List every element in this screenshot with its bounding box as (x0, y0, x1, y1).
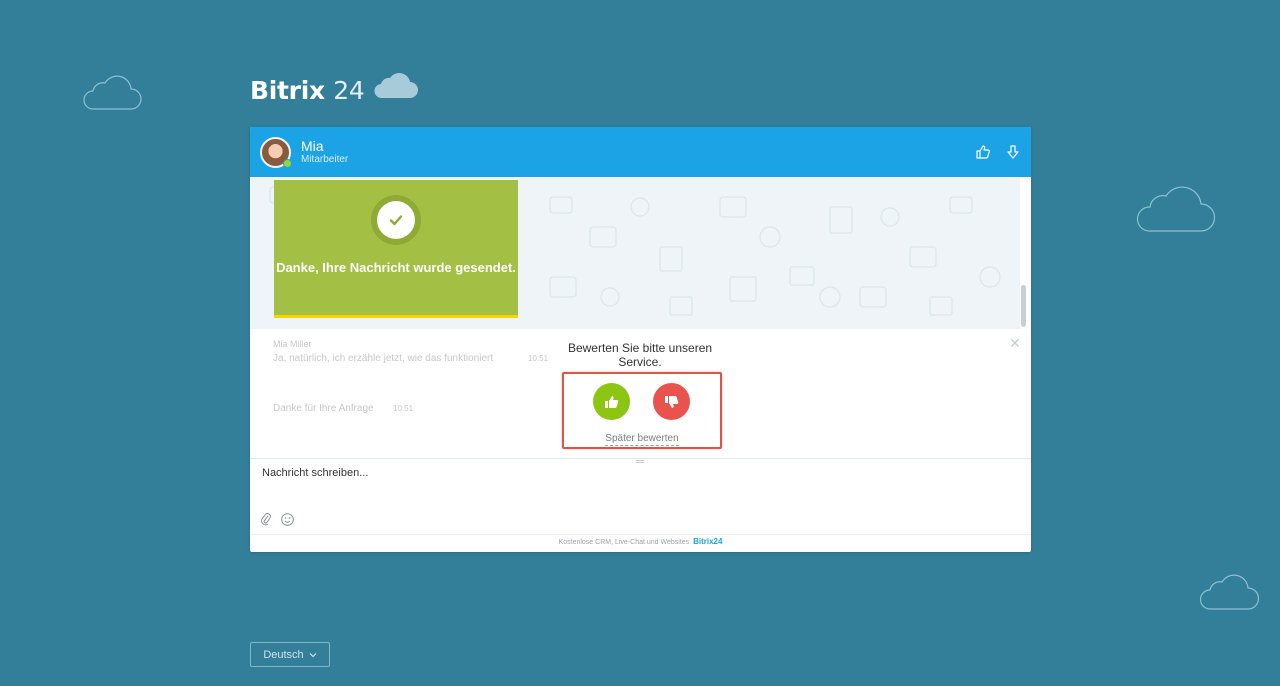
footer-brand-link[interactable]: Bitrix24 (693, 537, 722, 546)
language-select[interactable]: Deutsch (250, 642, 330, 667)
footer-text: Kostenlose CRM, Live-Chat und Websites (558, 539, 690, 546)
brand-number: 24 (333, 76, 365, 105)
message-time: 10:51 (528, 354, 549, 363)
close-icon[interactable]: ✕ (1009, 335, 1021, 352)
online-status-icon (283, 159, 292, 168)
language-label: Deutsch (263, 648, 304, 661)
chat-header: Mia Mitarbeiter (250, 127, 1031, 177)
cloud-decoration (1199, 574, 1260, 610)
message-text: Ja, natürlich, ich erzähle jetzt, wie da… (273, 353, 494, 364)
rate-later-link[interactable]: Später bewerten (564, 433, 720, 446)
rating-title-line1: Bewerten Sie bitte unseren (567, 341, 713, 355)
dislike-button[interactable] (653, 383, 690, 420)
message-author: Mia Miller (273, 339, 312, 349)
success-message: Danke, Ihre Nachricht wurde gesendet. (276, 260, 516, 275)
chevron-down-icon (309, 652, 317, 657)
operator-role: Mitarbeiter (301, 154, 349, 165)
cloud-decoration (83, 75, 142, 110)
brand-cloud-icon (374, 73, 418, 99)
widget-footer: Kostenlose CRM, Live-Chat und Websites B… (250, 537, 1031, 546)
resize-handle[interactable] (636, 460, 644, 463)
smile-icon[interactable] (281, 513, 294, 526)
chat-widget: Mia Mitarbeiter Danke, Ihre Nachricht wu… (250, 127, 1031, 552)
download-arrow-icon[interactable] (1004, 143, 1022, 161)
thumb-up-outline-icon[interactable] (974, 143, 992, 161)
cloud-decoration (1136, 186, 1216, 232)
footer-divider (250, 534, 1031, 535)
message-input[interactable]: Nachricht schreiben... (262, 467, 368, 479)
thumb-down-icon (664, 395, 678, 408)
paperclip-icon[interactable] (260, 512, 272, 526)
checkmark-icon (389, 215, 403, 226)
brand-logo: Bitrix 24 (250, 76, 365, 105)
rating-title-line2: Service. (618, 355, 662, 369)
success-card: Danke, Ihre Nachricht wurde gesendet. (274, 180, 518, 318)
message-text: Danke für Ihre Anfrage (273, 403, 374, 414)
chat-scrollbar[interactable] (1021, 285, 1026, 327)
brand-name: Bitrix (250, 76, 325, 105)
thumb-up-icon (604, 395, 618, 408)
operator-name: Mia (301, 138, 324, 154)
like-button[interactable] (593, 383, 630, 420)
composer-divider (250, 458, 1031, 459)
success-badge (371, 195, 421, 245)
rating-panel: Später bewerten (562, 372, 722, 449)
message-time: 10:51 (393, 404, 414, 413)
